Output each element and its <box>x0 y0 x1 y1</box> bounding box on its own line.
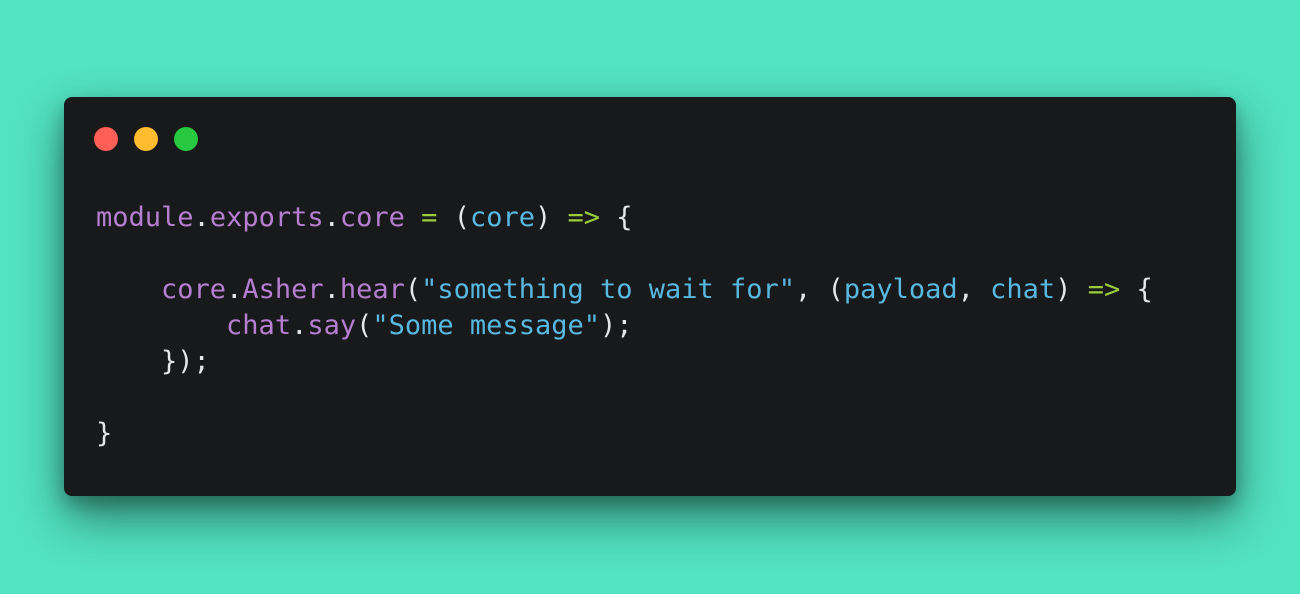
code-token: module <box>96 202 194 233</box>
code-token: }); <box>161 346 210 377</box>
code-token: core <box>339 202 405 233</box>
code-token: exports <box>209 202 324 233</box>
code-block: module.exports.core = (core) => { core.A… <box>96 200 1153 452</box>
code-token: ( <box>437 202 470 233</box>
code-token: ) <box>1055 274 1088 305</box>
code-token: say <box>307 310 357 341</box>
code-token: hear <box>339 274 405 305</box>
code-token: , <box>957 274 991 305</box>
code-token: . <box>323 274 340 305</box>
code-line: module.exports.core = (core) => { <box>96 200 1153 236</box>
code-token: ( <box>404 274 422 305</box>
minimize-button[interactable] <box>134 127 158 151</box>
code-line: chat.say("Some message"); <box>96 308 1153 344</box>
code-token: chat <box>990 274 1056 305</box>
code-line: }); <box>96 344 1153 380</box>
code-token: core <box>469 202 535 233</box>
close-button[interactable] <box>94 127 118 151</box>
code-token: } <box>96 418 113 449</box>
code-token: . <box>193 202 210 233</box>
code-token: ( <box>356 310 373 341</box>
code-token: => <box>1087 274 1121 305</box>
code-token: payload <box>843 274 958 305</box>
code-token: { <box>1120 274 1153 305</box>
code-token: "something to wait for" <box>421 274 796 305</box>
code-token: . <box>323 202 340 233</box>
code-token: "Some message" <box>372 310 600 341</box>
code-window: module.exports.core = (core) => { core.A… <box>64 97 1236 496</box>
code-token: Asher <box>242 274 324 305</box>
code-token: chat <box>226 310 292 341</box>
code-line: core.Asher.hear("something to wait for",… <box>96 272 1153 308</box>
code-token: . <box>291 310 308 341</box>
maximize-button[interactable] <box>174 127 198 151</box>
code-token: { <box>600 202 633 233</box>
code-token: => <box>567 202 601 233</box>
code-token: ) <box>534 202 568 233</box>
code-token: core <box>161 274 227 305</box>
code-token: , ( <box>795 274 844 305</box>
code-token: . <box>226 274 243 305</box>
code-token: ); <box>599 310 633 341</box>
code-line: } <box>96 416 1153 452</box>
code-token: = <box>421 202 438 233</box>
